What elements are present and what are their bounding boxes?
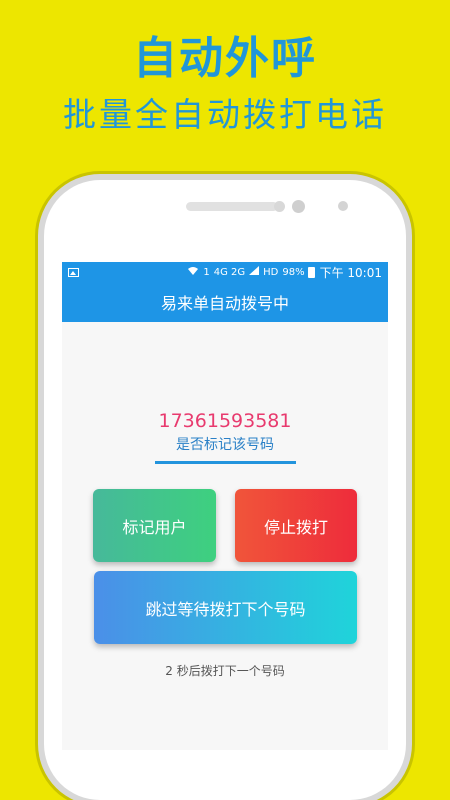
hd-badge: HD xyxy=(263,266,279,278)
skip-wait-button[interactable]: 跳过等待拨打下个号码 xyxy=(94,571,357,644)
network-type-label: 4G 2G xyxy=(213,266,246,278)
mark-user-button[interactable]: 标记用户 xyxy=(93,489,216,562)
phone-sensor xyxy=(338,201,348,211)
phone-camera xyxy=(274,201,285,212)
sim-icon: 1 xyxy=(203,266,210,278)
app-screen: 1 4G 2G HD 98% 下午 10:01 易来单自动拨号中 1736159… xyxy=(62,262,388,750)
status-time: 下午 10:01 xyxy=(319,265,382,280)
skip-wait-label: 跳过等待拨打下个号码 xyxy=(145,599,306,619)
status-bar: 1 4G 2G HD 98% 下午 10:01 xyxy=(62,262,388,282)
wifi-icon xyxy=(187,266,199,279)
prompt-underline xyxy=(155,461,296,464)
stop-dialing-button[interactable]: 停止拨打 xyxy=(235,489,357,562)
promo-title: 自动外呼 xyxy=(133,33,317,84)
phone-number: 17361593581 xyxy=(158,410,292,432)
mark-user-label: 标记用户 xyxy=(122,517,187,537)
phone-speaker xyxy=(186,202,278,211)
mark-number-prompt[interactable]: 是否标记该号码 xyxy=(62,434,388,454)
countdown-text: 2 秒后拨打下一个号码 xyxy=(165,664,285,678)
battery-icon xyxy=(307,266,315,278)
battery-percent: 98% xyxy=(282,266,305,278)
signal-icon xyxy=(249,266,260,278)
promo-subtitle: 批量全自动拨打电话 xyxy=(63,95,387,134)
stop-dialing-label: 停止拨打 xyxy=(263,517,328,537)
app-bar: 易来单自动拨号中 xyxy=(62,282,388,322)
app-bar-title: 易来单自动拨号中 xyxy=(160,294,289,313)
phone-camera-lens xyxy=(292,200,305,213)
image-notification-icon xyxy=(68,267,79,277)
